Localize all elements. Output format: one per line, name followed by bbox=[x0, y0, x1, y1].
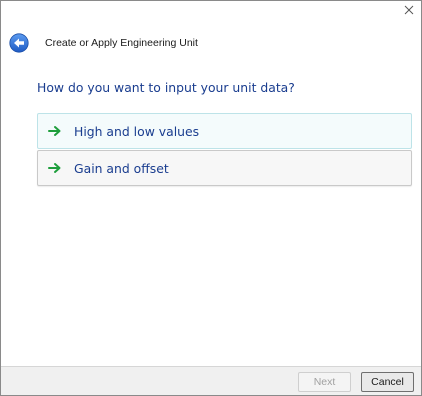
close-icon bbox=[404, 5, 414, 15]
close-button[interactable] bbox=[401, 2, 417, 18]
wizard-header: Create or Apply Engineering Unit bbox=[9, 33, 198, 53]
option-gain-offset[interactable]: Gain and offset bbox=[37, 150, 412, 186]
option-label: Gain and offset bbox=[74, 160, 169, 176]
option-high-low-values[interactable]: High and low values bbox=[37, 113, 412, 149]
instruction-heading: How do you want to input your unit data? bbox=[37, 80, 295, 95]
button-bar: Next Cancel bbox=[1, 366, 421, 395]
option-label: High and low values bbox=[74, 123, 200, 139]
back-arrow-icon bbox=[9, 33, 29, 53]
wizard-title: Create or Apply Engineering Unit bbox=[45, 37, 198, 49]
option-list: High and low values Gain and offset bbox=[37, 113, 412, 186]
back-button[interactable] bbox=[9, 33, 29, 53]
green-arrow-right-icon bbox=[48, 163, 61, 173]
cancel-button[interactable]: Cancel bbox=[361, 372, 414, 392]
green-arrow-right-icon bbox=[48, 126, 61, 136]
next-button[interactable]: Next bbox=[298, 372, 351, 392]
dialog-window: Create or Apply Engineering Unit How do … bbox=[0, 0, 422, 396]
